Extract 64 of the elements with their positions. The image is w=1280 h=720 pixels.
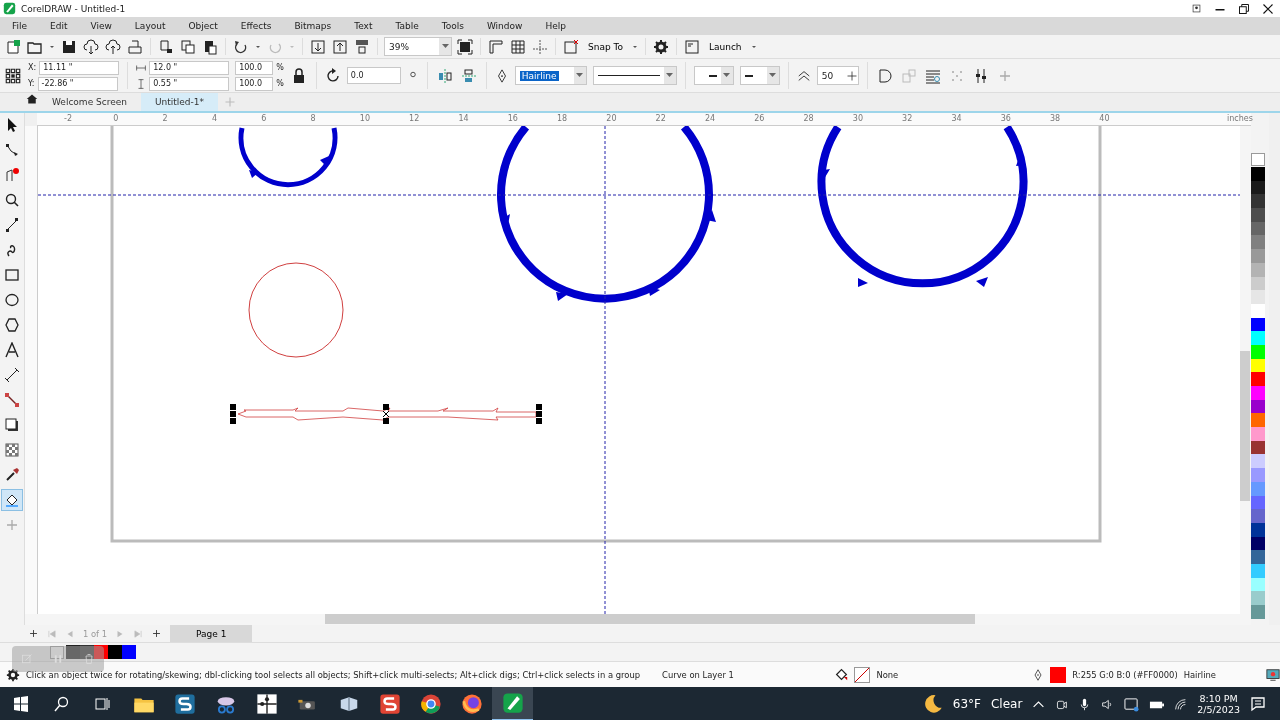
launch-dropdown[interactable]: Launch	[705, 41, 746, 52]
menu-item[interactable]: Object	[180, 21, 226, 31]
menu-item[interactable]: Window	[478, 21, 531, 31]
outline-width-info: Hairline	[1183, 669, 1216, 680]
menu-item[interactable]: Tools	[433, 21, 472, 31]
ruler-label: 2	[162, 113, 168, 124]
ruler-label: 12	[409, 113, 420, 124]
width-field[interactable]: 12.0 "	[149, 60, 230, 75]
object-info: Curve on Layer 1	[662, 669, 734, 680]
ruler-label: 16	[507, 113, 518, 124]
scale-x-field[interactable]: 100.0	[235, 60, 274, 75]
page-count: 1 of 1	[83, 628, 108, 639]
percent-label: %	[276, 79, 284, 88]
x-label: X:	[28, 63, 37, 72]
fill-info: None	[876, 669, 899, 680]
ruler-label: 14	[458, 113, 469, 124]
snap-to-dropdown[interactable]: Snap To	[584, 41, 627, 52]
clock-date[interactable]: 2/5/2023	[1197, 704, 1240, 715]
menu-item[interactable]: View	[82, 21, 120, 31]
height-field[interactable]: 0.55 "	[149, 76, 230, 91]
clock-time[interactable]: 8:10 PM	[1199, 693, 1238, 704]
zoom-level-field[interactable]: 39%	[384, 37, 452, 56]
ruler-label: 4	[211, 113, 217, 124]
menu-item[interactable]: Text	[346, 21, 381, 31]
weather-temperature[interactable]: 63°F	[952, 697, 981, 711]
ruler-label: 26	[754, 113, 765, 124]
percent-label: %	[276, 63, 284, 72]
ruler-unit: inches	[1227, 113, 1253, 124]
ruler-label: 0	[113, 113, 119, 124]
menu-item[interactable]: File	[4, 21, 36, 31]
ruler-label: 6	[261, 113, 267, 124]
ruler-label: 34	[951, 113, 962, 124]
menu-item[interactable]: Bitmaps	[286, 21, 340, 31]
y-label: Y:	[28, 79, 35, 88]
rotation-field[interactable]: 0.0	[346, 67, 401, 84]
menu-item[interactable]: Edit	[42, 21, 76, 31]
weather-condition[interactable]: Clear	[990, 697, 1023, 711]
menu-item[interactable]: Layout	[126, 21, 174, 31]
outline-width-dropdown[interactable]: Hairline	[514, 66, 587, 85]
ruler-label: 36	[1000, 113, 1011, 124]
ruler-label: 18	[557, 113, 568, 124]
ruler-label: 28	[803, 113, 814, 124]
menu-item[interactable]: Effects	[232, 21, 280, 31]
ruler-label: 32	[902, 113, 913, 124]
document-tab[interactable]: Untitled-1*	[141, 93, 219, 111]
scale-y-field[interactable]: 100.0	[235, 76, 274, 91]
ruler-label: 24	[704, 113, 716, 124]
page-tab[interactable]: Page 1	[170, 625, 253, 642]
menu-item[interactable]: Help	[537, 21, 574, 31]
ruler-label: 30	[852, 113, 863, 124]
ruler-label: 22	[655, 113, 666, 124]
menu-item[interactable]: Table	[387, 21, 427, 31]
ruler-label: 40	[1099, 113, 1110, 124]
window-title: CorelDRAW - Untitled-1	[21, 3, 126, 14]
ruler-label: 8	[310, 113, 316, 124]
outline-color-info: R:255 G:0 B:0 (#FF0000)	[1072, 669, 1178, 680]
y-position-field[interactable]: -22.86 "	[37, 76, 118, 91]
ruler-label: 38	[1050, 113, 1061, 124]
ruler-label: -2	[64, 113, 72, 124]
status-hint: Click an object twice for rotating/skewing; dbl-clicking tool selects all objects; Shift+click multi-selects; Alt+click digs; Ctrl+click selects in a group	[26, 669, 641, 680]
x-position-field[interactable]: 11.11 "	[39, 60, 120, 75]
ruler-label: 10	[359, 113, 370, 124]
ruler-label: 20	[606, 113, 617, 124]
smoothing-field[interactable]: 50	[816, 66, 859, 85]
